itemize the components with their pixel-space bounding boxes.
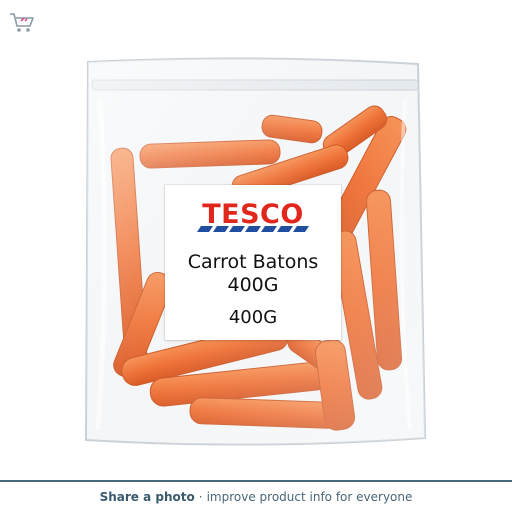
product-weight: 400G [227, 274, 279, 296]
cart-button[interactable] [6, 8, 38, 36]
product-name: Carrot Batons [187, 251, 319, 273]
footer-bar: Share a photo · improve product info for e… [0, 480, 512, 514]
brand-stripes [197, 226, 309, 232]
cart-icon [10, 13, 34, 32]
footer-separator: · [198, 490, 203, 504]
footer-tagline: improve product info for everyone [206, 490, 413, 504]
product-label: TESCO Carrot Batons 400G 400G [165, 185, 341, 340]
product-weight-secondary: 400G [228, 307, 278, 328]
share-photo-link[interactable]: Share a photo [100, 490, 195, 504]
